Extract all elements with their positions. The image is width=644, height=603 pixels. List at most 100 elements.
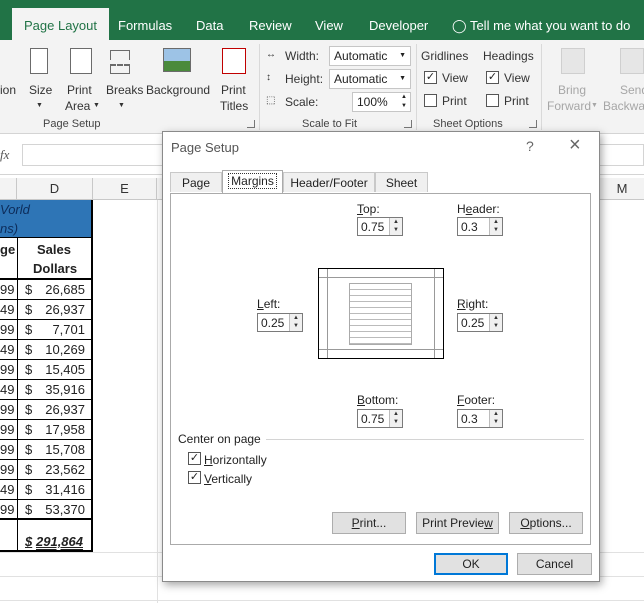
cell-sales-dollars: 10,269 — [45, 342, 85, 357]
tell-me-box[interactable]: ◯ Tell me what you want to do — [452, 0, 630, 40]
cell-c: 49 — [0, 342, 15, 357]
chevron-down-icon: ▼ — [591, 102, 598, 109]
chevron-down-icon: ▼ — [399, 52, 406, 59]
spinner-arrows-icon[interactable]: ▲ ▼ — [389, 410, 402, 427]
tab-page[interactable]: Page — [170, 172, 222, 192]
tab-header-footer[interactable]: Header/Footer — [283, 172, 375, 192]
tab-data[interactable]: Data — [196, 0, 223, 40]
tab-formulas[interactable]: Formulas — [118, 0, 172, 40]
gridlines-view-checkbox[interactable]: ✓ — [424, 71, 437, 84]
tab-margins[interactable]: Margins — [222, 170, 283, 194]
tab-view[interactable]: View — [315, 0, 343, 40]
preview-table-icon — [349, 283, 412, 345]
height-select[interactable]: Automatic ▼ — [329, 69, 411, 89]
bring-forward-button[interactable]: Bring — [558, 83, 586, 97]
tab-page-label: Page — [181, 176, 211, 190]
table-row[interactable]: 49 $31,416 — [0, 480, 91, 500]
table-row[interactable]: 99 $23,562 — [0, 460, 91, 480]
cancel-button[interactable]: Cancel — [517, 553, 592, 575]
spinner-arrows-icon[interactable]: ▲ ▼ — [289, 314, 302, 331]
table-row[interactable]: 99 $53,370 — [0, 500, 91, 520]
print-area-button-line2[interactable]: Area — [65, 99, 90, 113]
header-margin-value: 0.3 — [461, 220, 478, 234]
scale-spinner[interactable]: 100% ▲ ▼ — [352, 92, 411, 112]
footer-margin-spinner[interactable]: 0.3 ▲ ▼ — [457, 409, 503, 428]
spinner-arrows-icon[interactable]: ▲ ▼ — [489, 314, 502, 331]
print-titles-button-line2[interactable]: Titles — [220, 99, 248, 113]
send-backward-button[interactable]: Send — [620, 83, 644, 97]
horizontally-checkbox[interactable]: ✓ — [188, 452, 201, 465]
spinner-arrows-icon[interactable]: ▲ ▼ — [489, 218, 502, 235]
table-row[interactable]: 99 $7,701 — [0, 320, 91, 340]
total-value: 291,864 — [36, 534, 83, 549]
spinner-arrows-icon[interactable]: ▲ ▼ — [401, 93, 407, 111]
cell-sales-dollars: 17,958 — [45, 422, 85, 437]
print-titles-button[interactable]: Print — [221, 83, 246, 97]
table-title-cell[interactable]: Vorld ns) — [0, 200, 93, 238]
orientation-button-label[interactable]: ion — [0, 83, 16, 97]
headings-print-checkbox[interactable] — [486, 94, 499, 107]
gridlines-print-checkbox[interactable] — [424, 94, 437, 107]
top-margin-spinner[interactable]: 0.75 ▲ ▼ — [357, 217, 403, 236]
help-icon[interactable]: ? — [526, 138, 534, 154]
breaks-button[interactable]: Breaks — [106, 83, 143, 97]
table-row[interactable]: 99 $26,685 — [0, 280, 91, 300]
table-row[interactable]: 49 $35,916 — [0, 380, 91, 400]
tab-review[interactable]: Review — [249, 0, 292, 40]
footer-margin-value: 0.3 — [461, 412, 478, 426]
height-select-value: Automatic — [334, 72, 388, 86]
spinner-arrows-icon[interactable]: ▲ ▼ — [489, 410, 502, 427]
table-row[interactable]: 49 $26,937 — [0, 300, 91, 320]
left-margin-spinner[interactable]: 0.25 ▲ ▼ — [257, 313, 303, 332]
margin-guide — [319, 349, 443, 350]
vertically-label: Vertically — [204, 472, 253, 486]
group-divider — [541, 44, 542, 130]
cell-currency: $ — [25, 382, 33, 397]
table-row[interactable]: 99 $15,708 — [0, 440, 91, 460]
close-icon[interactable]: × — [569, 134, 581, 157]
dialog-launcher-icon[interactable] — [247, 120, 255, 128]
chevron-down-icon: ▼ — [118, 102, 125, 109]
heading-dollars: Dollars — [33, 261, 78, 276]
headings-view-checkbox[interactable]: ✓ — [486, 71, 499, 84]
size-button[interactable]: Size — [29, 83, 52, 97]
print-preview-button[interactable]: Print Preview — [416, 512, 499, 534]
header-margin-spinner[interactable]: 0.3 ▲ ▼ — [457, 217, 503, 236]
column-header-m[interactable]: M — [600, 178, 644, 200]
margin-guide — [327, 269, 328, 358]
vertically-checkbox[interactable]: ✓ — [188, 471, 201, 484]
dialog-launcher-icon[interactable] — [404, 120, 412, 128]
top-margin-value: 0.75 — [361, 220, 385, 234]
column-header-c[interactable] — [0, 178, 17, 200]
options-button[interactable]: Options... — [509, 512, 583, 534]
table-row[interactable]: 99 $15,405 — [0, 360, 91, 380]
tab-page-layout[interactable]: Page Layout — [12, 8, 110, 40]
table-row[interactable]: 99 $26,937 — [0, 400, 91, 420]
cell-currency: $ — [25, 342, 33, 357]
bring-forward-button-line2[interactable]: Forward — [547, 99, 591, 113]
spinner-arrows-icon[interactable]: ▲ ▼ — [389, 218, 402, 235]
group-label-sheet-options: Sheet Options — [433, 118, 503, 130]
background-button[interactable]: Background — [146, 83, 210, 97]
cell-c: 49 — [0, 482, 15, 497]
table-row[interactable]: 99 $17,958 — [0, 420, 91, 440]
heading-sales: Sales — [37, 242, 71, 257]
column-header-e[interactable]: E — [93, 178, 157, 200]
print-titles-icon — [222, 48, 246, 74]
dialog-launcher-icon[interactable] — [529, 120, 537, 128]
print-area-button[interactable]: Print — [67, 83, 92, 97]
width-select[interactable]: Automatic ▼ — [329, 46, 411, 66]
bottom-margin-spinner[interactable]: 0.75 ▲ ▼ — [357, 409, 403, 428]
right-margin-spinner[interactable]: 0.25 ▲ ▼ — [457, 313, 503, 332]
send-backward-button-line2[interactable]: Backwa — [603, 99, 644, 113]
fx-icon[interactable]: fx — [0, 147, 9, 163]
print-area-icon — [70, 48, 92, 74]
print-button[interactable]: Print... — [332, 512, 406, 534]
ok-button[interactable]: OK — [434, 553, 508, 575]
tab-sheet[interactable]: Sheet — [375, 172, 428, 192]
tab-developer[interactable]: Developer — [369, 0, 428, 40]
left-margin-value: 0.25 — [261, 316, 285, 330]
table-row[interactable]: 49 $10,269 — [0, 340, 91, 360]
column-header-d[interactable]: D — [17, 178, 93, 200]
send-backward-icon — [620, 48, 644, 74]
